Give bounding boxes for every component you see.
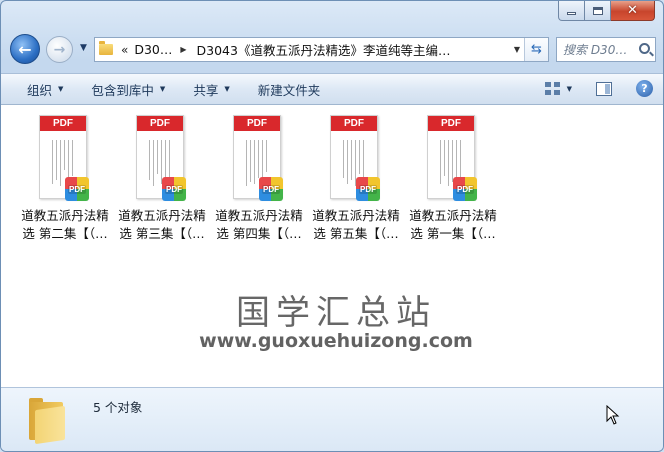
file-name-line2: 选 第二集【（… bbox=[22, 226, 108, 241]
organize-button[interactable]: 组织 ▼ bbox=[13, 80, 77, 99]
preview-pane-icon[interactable] bbox=[596, 81, 612, 96]
explorer-window: ✕ ← → ▼ « D30… ▶ D3043《道教五派丹法精选》李道纯等主编… … bbox=[0, 0, 664, 452]
pdf-badge-label: PDF bbox=[359, 184, 377, 194]
close-icon: ✕ bbox=[627, 3, 638, 18]
pdf-badge-icon: PDF bbox=[259, 177, 283, 201]
back-button[interactable]: ← bbox=[10, 34, 40, 64]
file-name-line1: 道教五派丹法精 bbox=[118, 208, 206, 223]
pdf-badge-label: PDF bbox=[262, 184, 280, 194]
pdf-badge-icon: PDF bbox=[65, 177, 89, 201]
pdf-badge-label: PDF bbox=[456, 184, 474, 194]
pdf-band-label: PDF bbox=[137, 116, 183, 131]
file-name-line2: 选 第三集【（… bbox=[119, 226, 205, 241]
file-name: 道教五派丹法精 选 第三集【（… bbox=[114, 207, 210, 243]
pdf-badge-icon: PDF bbox=[356, 177, 380, 201]
file-name-line2: 选 第四集【（… bbox=[216, 226, 302, 241]
file-name: 道教五派丹法精 选 第一集【（… bbox=[405, 207, 501, 243]
minimize-button[interactable] bbox=[558, 1, 585, 21]
folder-icon bbox=[99, 41, 113, 55]
chevron-down-icon: ▼ bbox=[224, 85, 230, 93]
file-name: 道教五派丹法精 选 第二集【（… bbox=[17, 207, 113, 243]
new-folder-label: 新建文件夹 bbox=[257, 82, 321, 98]
file-name-line1: 道教五派丹法精 bbox=[215, 208, 303, 223]
chevron-down-icon: ▼ bbox=[80, 43, 87, 53]
navigation-bar: ← → ▼ « D30… ▶ D3043《道教五派丹法精选》李道纯等主编… ▼ … bbox=[1, 29, 663, 71]
include-in-library-label: 包含到库中 bbox=[91, 82, 154, 98]
search-input[interactable]: 搜索 D30… bbox=[556, 37, 656, 62]
file-name-line2: 选 第一集【（… bbox=[410, 226, 496, 241]
file-name-line1: 道教五派丹法精 bbox=[312, 208, 400, 223]
recent-pages-button[interactable]: ▼ bbox=[80, 43, 87, 53]
breadcrumb-overflow[interactable]: « bbox=[121, 43, 128, 57]
minimize-icon bbox=[567, 12, 576, 15]
pdf-band-label: PDF bbox=[331, 116, 377, 131]
file-name-line1: 道教五派丹法精 bbox=[21, 208, 109, 223]
search-placeholder: 搜索 D30… bbox=[563, 43, 628, 57]
pdf-badge-icon: PDF bbox=[162, 177, 186, 201]
arrow-right-icon: → bbox=[53, 41, 66, 58]
chevron-down-icon: ▼ bbox=[58, 85, 64, 93]
file-name: 道教五派丹法精 选 第五集【（… bbox=[308, 207, 404, 243]
pdf-band-label: PDF bbox=[234, 116, 280, 131]
organize-label: 组织 bbox=[27, 82, 53, 98]
change-view-icon[interactable] bbox=[544, 81, 561, 96]
forward-button[interactable]: → bbox=[46, 36, 73, 63]
pdf-badge-label: PDF bbox=[165, 184, 183, 194]
view-controls: ▼ ? bbox=[544, 80, 653, 97]
new-folder-button[interactable]: 新建文件夹 bbox=[244, 80, 335, 99]
breadcrumb-segment-parent[interactable]: D30… bbox=[134, 42, 172, 57]
refresh-icon: ⇆ bbox=[531, 42, 542, 57]
close-button[interactable]: ✕ bbox=[611, 1, 655, 21]
folder-icon bbox=[29, 398, 65, 445]
details-pane: 5 个对象 bbox=[1, 387, 663, 451]
file-list[interactable]: PDF PDF 道教五派丹法精 选 第二集【（… PDF PDF 道教五派丹法精 bbox=[1, 105, 663, 387]
chevron-down-icon: ▼ bbox=[159, 85, 166, 93]
pdf-band-label: PDF bbox=[428, 116, 474, 131]
breadcrumb-segment-current[interactable]: D3043《道教五派丹法精选》李道纯等主编… bbox=[197, 40, 451, 59]
maximize-icon bbox=[592, 6, 603, 15]
command-bar: 组织 ▼ 包含到库中 ▼ 共享 ▼ 新建文件夹 ▼ ? bbox=[1, 73, 663, 105]
maximize-button[interactable] bbox=[585, 1, 611, 21]
watermark-url: www.guoxuehuizong.com bbox=[199, 330, 473, 352]
share-label: 共享 bbox=[193, 82, 219, 98]
file-name-line2: 选 第五集【（… bbox=[313, 226, 399, 241]
object-count: 5 个对象 bbox=[93, 400, 143, 415]
address-bar[interactable]: « D30… ▶ D3043《道教五派丹法精选》李道纯等主编… ▼ ⇆ bbox=[94, 37, 549, 62]
address-dropdown-icon[interactable]: ▼ bbox=[514, 45, 520, 54]
pdf-badge-label: PDF bbox=[68, 184, 86, 194]
refresh-button[interactable]: ⇆ bbox=[524, 38, 548, 61]
share-button[interactable]: 共享 ▼ bbox=[179, 80, 243, 99]
arrow-left-icon: ← bbox=[18, 39, 32, 59]
pdf-band-label: PDF bbox=[40, 116, 86, 131]
search-icon[interactable] bbox=[639, 43, 650, 54]
watermark: 国学汇总站 www.guoxuehuizong.com bbox=[171, 285, 501, 352]
breadcrumb-separator-icon[interactable]: ▶ bbox=[180, 45, 186, 54]
caption-buttons: ✕ bbox=[558, 1, 655, 21]
view-options-dropdown-icon[interactable]: ▼ bbox=[567, 85, 572, 93]
help-icon[interactable]: ? bbox=[636, 80, 653, 97]
file-name-line1: 道教五派丹法精 bbox=[409, 208, 497, 223]
pdf-badge-icon: PDF bbox=[453, 177, 477, 201]
watermark-title: 国学汇总站 bbox=[236, 293, 436, 333]
include-in-library-button[interactable]: 包含到库中 ▼ bbox=[77, 80, 179, 99]
file-name: 道教五派丹法精 选 第四集【（… bbox=[211, 207, 307, 243]
